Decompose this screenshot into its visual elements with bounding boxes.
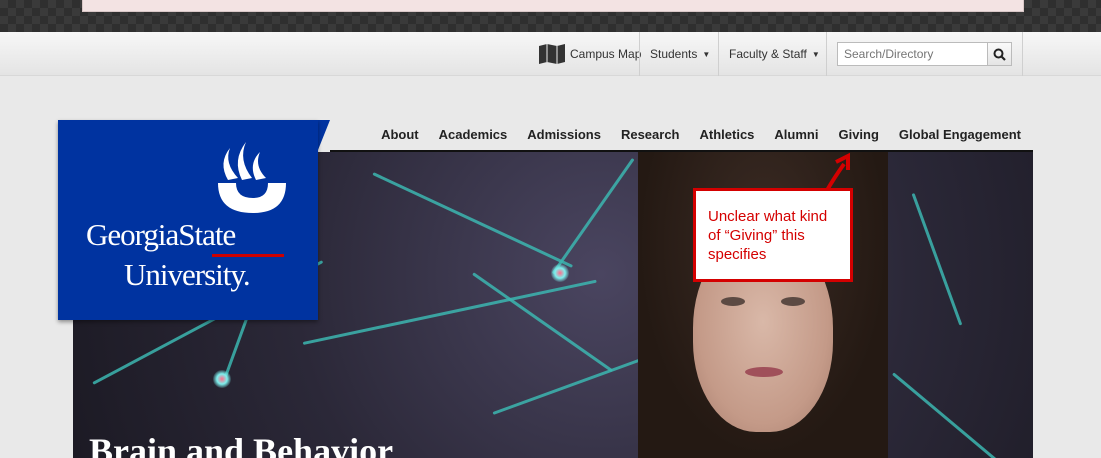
nav-alumni[interactable]: Alumni (774, 127, 818, 142)
faculty-staff-menu[interactable]: Faculty & Staff ▼ (718, 32, 830, 76)
neuron-strand (372, 172, 574, 268)
flame-icon (218, 142, 286, 213)
alert-bar (82, 0, 1024, 12)
nav-about[interactable]: About (381, 127, 419, 142)
neuron-strand (892, 372, 1017, 458)
hero-title: Brain and Behavior (89, 431, 394, 458)
neuron-strand (472, 272, 614, 373)
main-nav: About Academics Admissions Research Athl… (330, 118, 1033, 152)
logo-line2: University. (124, 257, 251, 292)
nav-athletics[interactable]: Athletics (700, 127, 755, 142)
search-icon (993, 48, 1006, 61)
neuron-strand (551, 157, 635, 275)
nav-academics[interactable]: Academics (439, 127, 508, 142)
nav-giving[interactable]: Giving (838, 127, 878, 142)
search-form (826, 32, 1023, 76)
map-icon (539, 44, 565, 64)
neuron-strand (911, 192, 963, 326)
utility-bar: Campus Map Students ▼ Faculty & Staff ▼ (0, 32, 1101, 76)
neuron-strand (302, 279, 597, 345)
annotation-callout: Unclear what kind of “Giving” this speci… (693, 188, 853, 282)
chevron-down-icon: ▼ (811, 49, 820, 59)
students-menu[interactable]: Students ▼ (639, 32, 720, 76)
nav-admissions[interactable]: Admissions (527, 127, 601, 142)
logo-tab (318, 120, 330, 150)
gsu-logo[interactable]: GeorgiaState University. (58, 120, 318, 320)
chevron-down-icon: ▼ (702, 49, 711, 59)
neuron-node (551, 264, 569, 282)
campus-map-label: Campus Map (570, 47, 642, 61)
campus-map-link[interactable]: Campus Map (528, 32, 651, 76)
search-button[interactable] (987, 42, 1012, 66)
nav-global-engagement[interactable]: Global Engagement (899, 127, 1021, 142)
logo-line1: GeorgiaState (86, 217, 236, 252)
neuron-node (213, 370, 231, 388)
faculty-staff-label: Faculty & Staff (729, 47, 807, 61)
nav-research[interactable]: Research (621, 127, 680, 142)
students-label: Students (650, 47, 698, 61)
search-input[interactable] (837, 42, 987, 66)
